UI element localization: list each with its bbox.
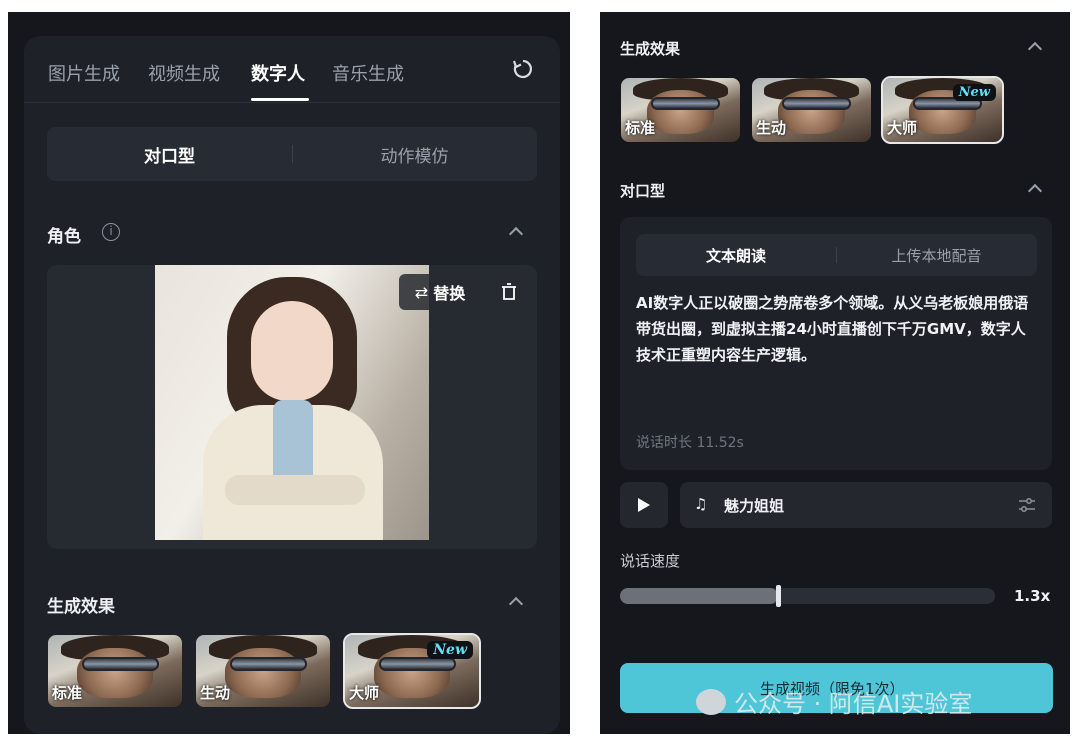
role-title: 角色 [47, 227, 81, 247]
role-image [155, 265, 429, 540]
speech-text[interactable]: AI数字人正以破圈之势席卷多个领域。从义乌老板娘用俄语带货出圈，到虚拟主播24小… [636, 290, 1040, 368]
speed-slider-thumb[interactable] [775, 585, 781, 607]
left-panel: 图片生成 视频生成 数字人 音乐生成 对口型 动作模仿 角色 i ⇄ 替换 生成… [8, 12, 570, 734]
info-icon[interactable]: i [102, 223, 120, 241]
mode-motion-imitation[interactable]: 动作模仿 [292, 127, 537, 181]
play-icon [638, 498, 650, 512]
effect-master[interactable]: New 大师 [343, 633, 481, 709]
tab-image-generation[interactable]: 图片生成 [48, 60, 120, 86]
face-shape [251, 301, 333, 401]
mode-upload-audio[interactable]: 上传本地配音 [836, 234, 1037, 276]
play-button[interactable] [620, 482, 668, 528]
active-tab-indicator [251, 98, 309, 101]
effect-standard[interactable]: 标准 [48, 635, 182, 707]
settings-sliders-icon[interactable] [1018, 497, 1036, 513]
new-badge: New [427, 641, 473, 659]
speed-slider-fill [620, 588, 778, 604]
speed-slider-track[interactable] [620, 585, 995, 607]
arms-shape [225, 475, 365, 505]
voice-selector[interactable]: ♫ 魅力姐姐 [680, 482, 1052, 528]
effects-title: 生成效果 [620, 40, 681, 58]
voice-icon: ♫ [694, 495, 708, 513]
effect-master[interactable]: New 大师 [881, 76, 1004, 144]
speed-label: 说话速度 [620, 552, 681, 570]
tab-video-generation[interactable]: 视频生成 [148, 60, 220, 86]
collapse-lipsync-chevron-icon[interactable] [1027, 183, 1043, 199]
speech-duration: 说话时长 11.52s [636, 435, 744, 451]
new-badge: New [952, 84, 996, 101]
mode-text-reading[interactable]: 文本朗读 [636, 234, 836, 276]
refresh-icon[interactable] [512, 58, 534, 80]
effect-vivid[interactable]: 生动 [196, 635, 330, 707]
right-panel: 生成效果 标准 生动 New 大师 对口型 文本朗读 上传本地配音 AI数字人正… [600, 12, 1070, 734]
speed-value: 1.3x [1014, 587, 1051, 605]
swap-icon: ⇄ [414, 282, 429, 302]
effect-standard[interactable]: 标准 [621, 78, 740, 142]
voice-name: 魅力姐姐 [724, 497, 785, 515]
effect-vivid[interactable]: 生动 [752, 78, 871, 142]
lipsync-mode-switch: 文本朗读 上传本地配音 [636, 234, 1037, 276]
wechat-icon [696, 688, 726, 715]
lipsync-title: 对口型 [620, 182, 666, 200]
mode-switch: 对口型 动作模仿 [47, 127, 537, 181]
tab-digital-human[interactable]: 数字人 [251, 60, 305, 86]
mode-lipsync[interactable]: 对口型 [47, 127, 292, 181]
tab-music-generation[interactable]: 音乐生成 [332, 60, 404, 86]
delete-button[interactable] [489, 274, 529, 310]
collapse-effects-chevron-icon[interactable] [1027, 41, 1043, 57]
trash-icon [502, 283, 516, 300]
tab-divider [24, 102, 560, 103]
effects-title: 生成效果 [47, 597, 115, 617]
replace-button[interactable]: ⇄ 替换 [399, 274, 481, 310]
watermark: 公众号 · 阿信AI实验室 [696, 684, 972, 719]
